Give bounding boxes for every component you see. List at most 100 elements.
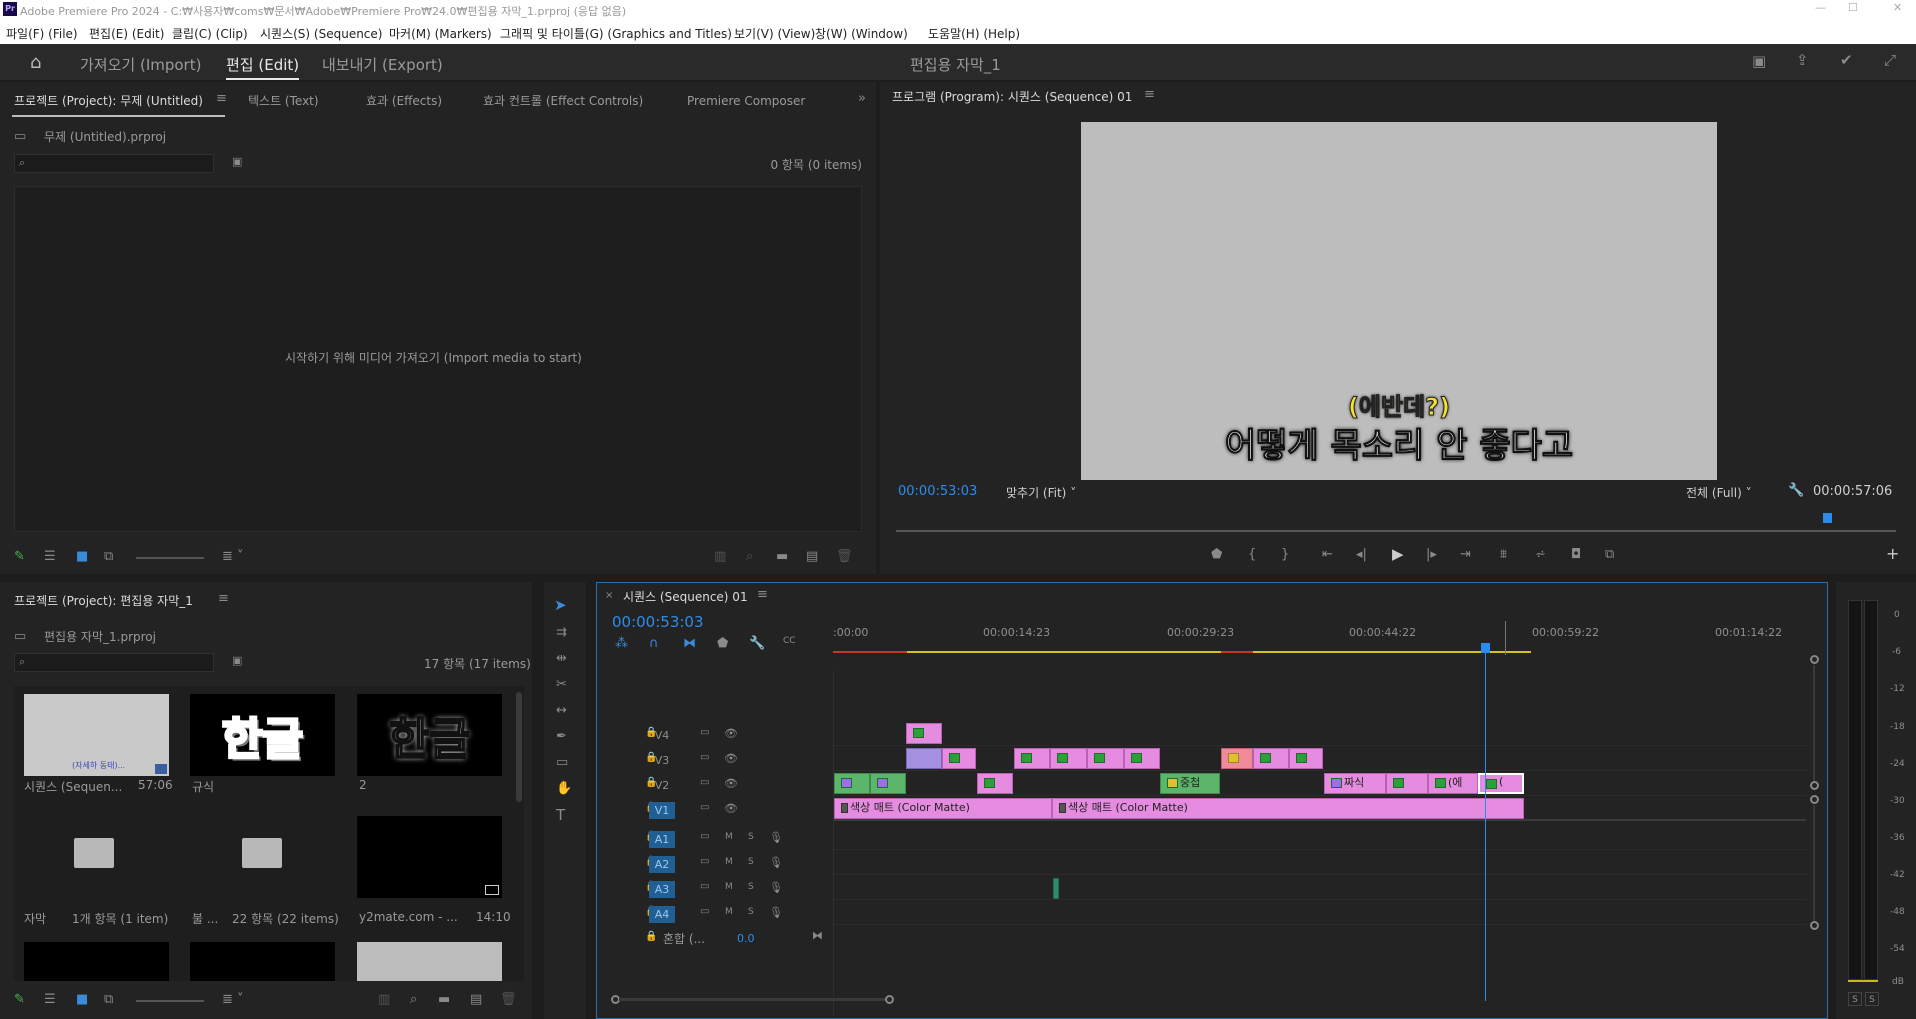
wrench-icon[interactable]: 🔧 <box>1788 484 1804 497</box>
sync-lock-icon[interactable]: ▭ <box>700 778 709 788</box>
quality-dropdown[interactable]: 전체 (Full) ˅ <box>1686 484 1752 501</box>
vertical-zoom-handle[interactable] <box>1810 655 1819 664</box>
thumb-sequence[interactable]: (자세하 동태)... <box>24 694 169 776</box>
clip-v2[interactable] <box>834 773 870 794</box>
menu-sequence[interactable]: 시퀀스(S) (Sequence) <box>260 25 382 42</box>
sync-lock-icon[interactable]: ▭ <box>700 728 709 738</box>
list-view-icon[interactable]: ☰ <box>44 993 56 1006</box>
menu-markers[interactable]: 마커(M) (Markers) <box>389 25 492 42</box>
track-a3[interactable]: A3 <box>649 881 675 898</box>
mic-icon[interactable]: 🎙 <box>769 907 783 918</box>
clip-v3[interactable] <box>942 748 976 769</box>
mute-icon[interactable]: M <box>725 883 733 892</box>
ripple-edit-tool-icon[interactable]: ⇹ <box>556 652 567 665</box>
minimize-icon[interactable]: — <box>1815 1 1826 14</box>
clip-v3[interactable] <box>1087 748 1124 769</box>
vertical-zoom-handle[interactable] <box>1810 795 1819 804</box>
sync-lock-icon[interactable]: ▭ <box>700 857 709 867</box>
snap-icon[interactable]: ∩ <box>649 637 659 650</box>
fit-dropdown[interactable]: 맞추기 (Fit) ˅ <box>1006 484 1076 501</box>
nest-icon[interactable]: ⁂ <box>615 637 628 650</box>
search-input[interactable]: ⌕ <box>14 154 214 173</box>
fullscreen-icon[interactable]: ⤢ <box>1884 53 1896 68</box>
clip-v3[interactable] <box>1050 748 1087 769</box>
tab-text[interactable]: 텍스트 (Text) <box>248 92 319 109</box>
close-sequence-icon[interactable]: × <box>605 591 613 601</box>
new-item-icon[interactable]: ▤ <box>806 550 818 563</box>
linked-selection-icon[interactable]: ⧓ <box>683 637 696 650</box>
rectangle-tool-icon[interactable]: ▭ <box>556 756 568 769</box>
eye-icon[interactable]: 👁 <box>724 753 738 764</box>
program-scrubber[interactable] <box>896 530 1896 532</box>
clip-v2-nest[interactable]: 중첩 <box>1160 773 1220 794</box>
track-v4[interactable]: V4 <box>649 727 675 744</box>
mic-icon[interactable]: 🎙 <box>769 857 783 868</box>
mute-icon[interactable]: M <box>725 858 733 867</box>
solo-icon[interactable]: S <box>748 883 754 892</box>
menu-window[interactable]: 창(W) (Window) <box>815 25 908 42</box>
track-a2[interactable]: A2 <box>649 856 675 873</box>
project2-scrollbar[interactable] <box>516 692 522 802</box>
clip-v3[interactable] <box>906 748 942 769</box>
clip-v2[interactable] <box>1386 773 1428 794</box>
sort-icon[interactable]: ≣ ˅ <box>222 993 244 1006</box>
marker-icon[interactable]: ⬟ <box>1211 548 1222 561</box>
horizontal-zoom-handle[interactable] <box>885 995 894 1004</box>
vertical-zoom-handle[interactable] <box>1810 781 1819 790</box>
find-bottom-icon[interactable]: ⌕ <box>746 550 753 563</box>
captions-icon[interactable]: CC <box>783 637 796 646</box>
sync-lock-icon[interactable]: ▭ <box>700 907 709 917</box>
pencil-icon[interactable]: ✎ <box>14 993 25 1006</box>
extract-icon[interactable]: ⩫ <box>1535 548 1546 561</box>
tab-edit[interactable]: 편집 (Edit) <box>226 54 300 80</box>
share-icon[interactable]: ⇪ <box>1796 53 1809 68</box>
mix-expand-icon[interactable]: ⧓ <box>812 930 823 941</box>
new-bin-icon[interactable]: ▬ <box>776 550 788 563</box>
tab-premiere-composer[interactable]: Premiere Composer <box>687 94 805 108</box>
menu-help[interactable]: 도움말(H) (Help) <box>928 25 1020 42</box>
maximize-icon[interactable]: ☐ <box>1848 1 1858 14</box>
sequence-menu-icon[interactable]: ≡ <box>757 588 768 601</box>
track-v2[interactable]: V2 <box>649 777 675 794</box>
tab-effect-controls[interactable]: 효과 컨트롤 (Effect Controls) <box>483 92 643 109</box>
project2-menu-icon[interactable]: ≡ <box>218 592 229 605</box>
go-to-in-icon[interactable]: ⇤ <box>1322 548 1333 561</box>
new-bin-icon[interactable]: ▬ <box>438 993 450 1006</box>
razor-tool-icon[interactable]: ✂ <box>556 678 567 691</box>
clip-v2-jjasik[interactable]: 짜식 <box>1324 773 1386 794</box>
track-v1[interactable]: V1 <box>649 802 675 819</box>
home-icon[interactable]: ⌂ <box>30 52 41 73</box>
media-bin-area[interactable]: 시작하기 위해 미디어 가져오기 (Import media to start) <box>14 186 862 532</box>
mix-track-value[interactable]: 0.0 <box>737 932 755 945</box>
clip-v2[interactable] <box>870 773 906 794</box>
mic-icon[interactable]: 🎙 <box>769 882 783 893</box>
icon-view-icon[interactable]: ■ <box>76 550 88 563</box>
project2-search-input[interactable]: ⌕ <box>14 653 214 672</box>
sync-lock-icon[interactable]: ▭ <box>700 882 709 892</box>
find-bottom-icon[interactable]: ⌕ <box>410 993 417 1006</box>
sync-lock-icon[interactable]: ▭ <box>700 832 709 842</box>
solo-left-button[interactable]: S <box>1848 992 1862 1006</box>
more-tabs-icon[interactable]: » <box>858 92 866 105</box>
video-scrollbar[interactable] <box>1813 665 1815 781</box>
step-back-icon[interactable]: ◂| <box>1356 548 1367 561</box>
list-view-icon[interactable]: ☰ <box>44 550 56 563</box>
eye-icon[interactable]: 👁 <box>724 803 738 814</box>
compare-icon[interactable]: ⧉ <box>1605 548 1614 561</box>
project2-zoom-slider[interactable] <box>136 1000 204 1002</box>
track-a1[interactable]: A1 <box>649 831 675 848</box>
track-v3[interactable]: V3 <box>649 752 675 769</box>
menu-graphics[interactable]: 그래픽 및 타이틀(G) (Graphics and Titles) <box>500 25 732 42</box>
clip-v3[interactable] <box>1124 748 1160 769</box>
horizontal-scrollbar[interactable] <box>619 998 885 1001</box>
panel-menu-icon[interactable]: ≡ <box>216 92 227 105</box>
freeform-view-icon[interactable]: ⧉ <box>104 993 113 1006</box>
thumb-row3-1[interactable] <box>24 942 169 981</box>
audio-scrollbar[interactable] <box>1813 805 1815 921</box>
project2-find-icon[interactable]: ▣ <box>232 655 242 666</box>
clip-v3[interactable] <box>1253 748 1289 769</box>
solo-icon[interactable]: S <box>748 908 754 917</box>
clip-v3[interactable] <box>1014 748 1050 769</box>
selection-tool-icon[interactable]: ➤ <box>554 598 567 613</box>
tab-project-untitled[interactable]: 프로젝트 (Project): 무제 (Untitled) <box>14 92 203 109</box>
